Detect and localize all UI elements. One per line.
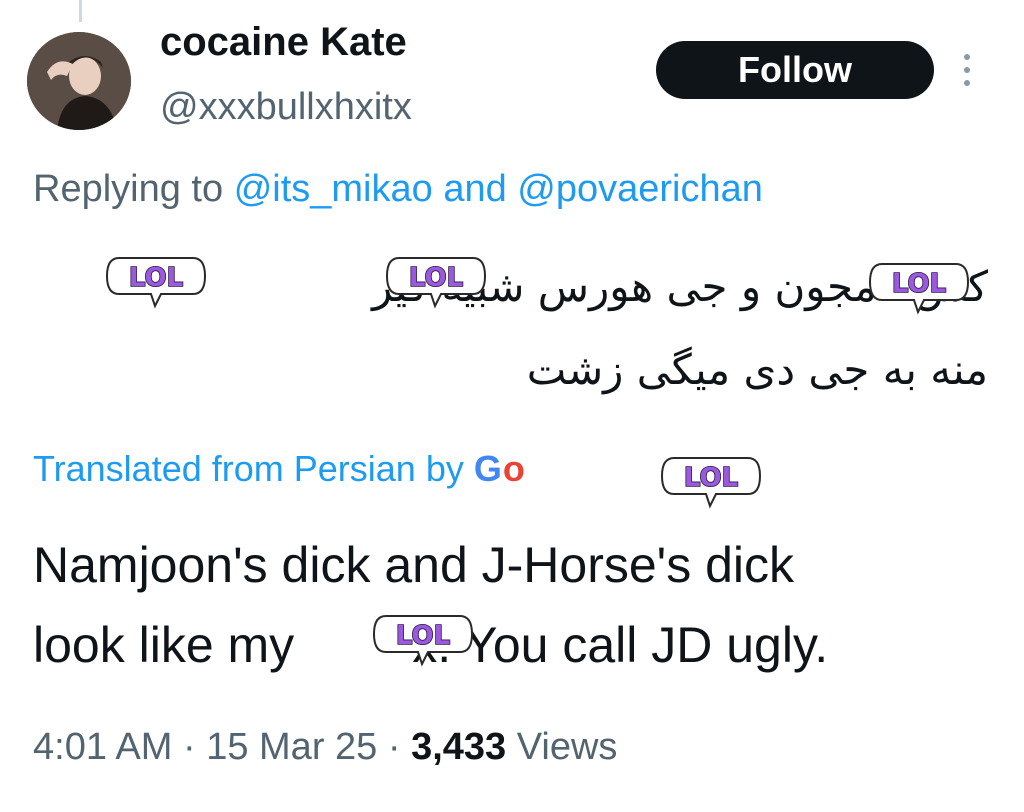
avatar[interactable] — [27, 32, 131, 130]
svg-text:LOL: LOL — [396, 621, 450, 651]
svg-text:LOL: LOL — [129, 263, 183, 293]
author-handle[interactable]: @xxxbullxhxitx — [160, 86, 412, 129]
avatar-photo-icon — [27, 32, 131, 130]
svg-text:LOL: LOL — [684, 463, 738, 493]
translation-credit[interactable]: Translated from Persian by Go — [33, 448, 526, 490]
lol-sticker-icon: LOL — [658, 450, 764, 512]
tweet-time[interactable]: 4:01 AM — [33, 726, 172, 768]
translation-credit-prefix: Translated from Persian by — [33, 448, 464, 489]
lol-sticker-icon: LOL — [866, 256, 972, 318]
thread-connector-line — [79, 0, 82, 22]
original-text-line-2: منه به جی دی میگی زشت — [526, 345, 988, 394]
lol-sticker-icon: LOL — [370, 608, 476, 670]
more-vertical-icon[interactable] — [962, 54, 972, 86]
reply-context-prefix: Replying to — [33, 168, 224, 210]
translated-text-line-1: Namjoon's dick and J-Horse's dick — [33, 537, 795, 593]
google-logo-icon: Go — [473, 448, 526, 489]
meta-separator: · — [182, 726, 196, 768]
svg-text:LOL: LOL — [409, 263, 463, 293]
author-display-name[interactable]: cocaine Kate — [160, 20, 407, 65]
tweet-meta: 4:01 AM · 15 Mar 25 · 3,433 Views — [33, 726, 617, 769]
follow-button[interactable]: Follow — [656, 41, 934, 99]
reply-mention-its-mikao[interactable]: @its_mikao — [234, 168, 433, 210]
meta-separator: · — [387, 726, 401, 768]
tweet-date[interactable]: 15 Mar 25 — [206, 726, 377, 768]
reply-context: Replying to @its_mikao and @povaerichan — [33, 168, 763, 211]
lol-sticker-icon: LOL — [103, 250, 209, 312]
reply-context-joiner: and — [443, 168, 507, 210]
translated-text-line-2-start: look like my — [33, 617, 295, 673]
views-label: Views — [516, 726, 618, 768]
lol-sticker-icon: LOL — [383, 250, 489, 312]
reply-mention-povaerichan[interactable]: @povaerichan — [517, 168, 763, 210]
views-count: 3,433 — [411, 726, 507, 768]
svg-text:LOL: LOL — [892, 269, 946, 299]
